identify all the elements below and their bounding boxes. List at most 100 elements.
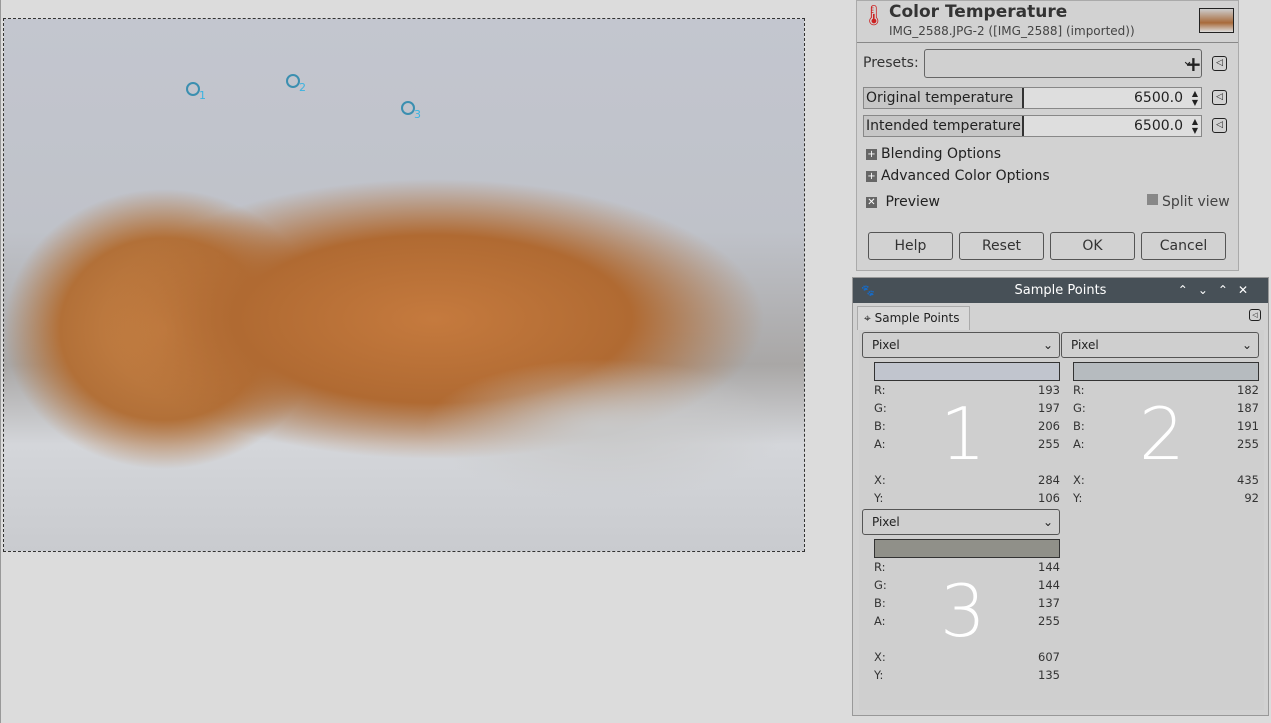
channel-value: 607 — [1038, 650, 1060, 664]
color-mode-dropdown[interactable]: Pixel ⌄ — [1061, 332, 1259, 358]
channel-label: A: — [874, 437, 886, 451]
channel-value: 144 — [1038, 560, 1060, 574]
channel-value: 255 — [1038, 614, 1060, 628]
channel-value: 284 — [1038, 473, 1060, 487]
gimp-icon: 🐾 — [861, 284, 875, 297]
channel-label: Y: — [874, 668, 884, 682]
help-button[interactable]: Help — [868, 232, 953, 260]
sample-point-number: 1 — [940, 392, 986, 476]
channel-label: Y: — [1073, 491, 1083, 505]
channel-value: 135 — [1038, 668, 1060, 682]
color-mode-value: Pixel — [872, 515, 900, 529]
channel-value: 137 — [1038, 596, 1060, 610]
sample-point-icon: ⌖ — [864, 311, 871, 325]
color-mode-value: Pixel — [872, 338, 900, 352]
channel-label: R: — [874, 560, 886, 574]
checkbox-checked-icon: ✕ — [866, 197, 877, 208]
channel-value: 255 — [1237, 437, 1259, 451]
minimize-icon[interactable]: ⌄ — [1198, 283, 1218, 297]
channel-label: G: — [1073, 401, 1086, 415]
preview-label: Preview — [885, 194, 940, 210]
chevron-down-icon: ⌄ — [1241, 338, 1252, 352]
preview-checkbox[interactable]: ✕ Preview — [866, 194, 940, 210]
channel-value: 106 — [1038, 491, 1060, 505]
sample-point-marker-1[interactable]: 1 — [181, 77, 207, 103]
sample-point-number: 2 — [1139, 392, 1185, 476]
advanced-color-options-expander[interactable]: + Advanced Color Options — [866, 168, 1050, 184]
channel-label: G: — [874, 401, 887, 415]
original-temperature-reset[interactable]: ◁ — [1212, 90, 1227, 105]
chevron-down-icon: ⌄ — [1042, 515, 1053, 529]
channel-row-y: Y: 106 — [874, 489, 1060, 507]
sample-point-marker-3[interactable]: 3 — [396, 96, 422, 122]
spin-arrows-icon[interactable]: ▲ ▼ — [1192, 117, 1198, 135]
channel-label: X: — [874, 650, 886, 664]
channel-label: B: — [874, 596, 886, 610]
original-temperature-label: Original temperature — [864, 88, 1024, 108]
original-temperature-value: 6500.0 — [1134, 90, 1183, 106]
dialog-title: Color Temperature — [889, 2, 1068, 22]
channel-label: R: — [1073, 383, 1085, 397]
sample-point-3: Pixel ⌄ R: 144 G: 144 B: 137 A: 255 X: 607 Y: 135 3 — [862, 509, 1060, 684]
channel-label: B: — [1073, 419, 1085, 433]
dialog-subtitle: IMG_2588.JPG-2 ([IMG_2588] (imported)) — [889, 24, 1135, 38]
presets-menu-button[interactable]: ◁ — [1212, 56, 1227, 71]
advanced-color-options-label: Advanced Color Options — [881, 168, 1050, 184]
split-view-checkbox[interactable]: Split view — [1147, 194, 1230, 210]
image-canvas[interactable]: 1 2 3 — [0, 0, 850, 723]
sample-points-panel: 🐾 Sample Points ⌃⌄⌃✕ ⌖ Sample Points ◁ P… — [852, 277, 1269, 716]
channel-row-y: Y: 135 — [874, 666, 1060, 684]
maximize-icon[interactable]: ⌃ — [1218, 283, 1238, 297]
original-temperature-spinscale[interactable]: Original temperature 6500.0 ▲ ▼ — [863, 87, 1202, 109]
channel-value: 187 — [1237, 401, 1259, 415]
channel-label: B: — [874, 419, 886, 433]
cancel-button[interactable]: Cancel — [1141, 232, 1226, 260]
expand-icon: + — [866, 171, 877, 182]
tab-menu-button[interactable]: ◁ — [1249, 309, 1261, 321]
channel-value: 191 — [1237, 419, 1259, 433]
blending-options-expander[interactable]: + Blending Options — [866, 146, 1001, 162]
image-thumbnail — [1199, 8, 1234, 33]
channel-label: A: — [1073, 437, 1085, 451]
intended-temperature-reset[interactable]: ◁ — [1212, 118, 1227, 133]
blending-options-label: Blending Options — [881, 146, 1001, 162]
split-view-label: Split view — [1162, 194, 1230, 210]
close-icon[interactable]: ✕ — [1238, 283, 1258, 297]
channel-label: R: — [874, 383, 886, 397]
color-swatch — [1073, 362, 1259, 381]
expand-icon: + — [866, 149, 877, 160]
channel-label: Y: — [874, 491, 884, 505]
channel-value: 182 — [1237, 383, 1259, 397]
tab-label: Sample Points — [874, 311, 960, 325]
presets-combo[interactable]: ⌄ — [924, 49, 1202, 78]
spin-arrows-icon[interactable]: ▲ ▼ — [1192, 89, 1198, 107]
chevron-down-icon: ⌄ — [1042, 338, 1053, 352]
channel-value: 197 — [1038, 401, 1060, 415]
sample-points-grid: Pixel ⌄ R: 193 G: 197 B: 206 A: 255 X: 284 Y: 106 1 P… — [859, 330, 1264, 710]
intended-temperature-value: 6500.0 — [1134, 118, 1183, 134]
color-mode-value: Pixel — [1071, 338, 1099, 352]
channel-row-y: Y: 92 — [1073, 489, 1259, 507]
channel-label: G: — [874, 578, 887, 592]
add-preset-button[interactable]: + — [1185, 52, 1202, 76]
reset-button[interactable]: Reset — [959, 232, 1044, 260]
sample-point-number: 3 — [414, 108, 421, 121]
intended-temperature-spinscale[interactable]: Intended temperature 6500.0 ▲ ▼ — [863, 115, 1202, 137]
color-swatch — [874, 539, 1060, 558]
channel-value: 92 — [1244, 491, 1259, 505]
panel-titlebar[interactable]: 🐾 Sample Points ⌃⌄⌃✕ — [853, 278, 1268, 303]
ok-button[interactable]: OK — [1050, 232, 1135, 260]
sample-point-number: 2 — [299, 81, 306, 94]
dialog-header: 🌡 Color Temperature IMG_2588.JPG-2 ([IMG… — [857, 1, 1238, 43]
tab-sample-points[interactable]: ⌖ Sample Points — [857, 306, 970, 330]
panel-title: Sample Points — [1014, 283, 1107, 298]
sample-point-number: 3 — [940, 569, 986, 653]
keep-above-icon[interactable]: ⌃ — [1178, 283, 1198, 297]
sample-point-marker-2[interactable]: 2 — [281, 69, 307, 95]
color-mode-dropdown[interactable]: Pixel ⌄ — [862, 509, 1060, 535]
thermometer-icon: 🌡 — [861, 3, 887, 27]
channel-value: 193 — [1038, 383, 1060, 397]
sample-point-1: Pixel ⌄ R: 193 G: 197 B: 206 A: 255 X: 284 Y: 106 1 — [862, 332, 1060, 507]
channel-value: 206 — [1038, 419, 1060, 433]
color-mode-dropdown[interactable]: Pixel ⌄ — [862, 332, 1060, 358]
